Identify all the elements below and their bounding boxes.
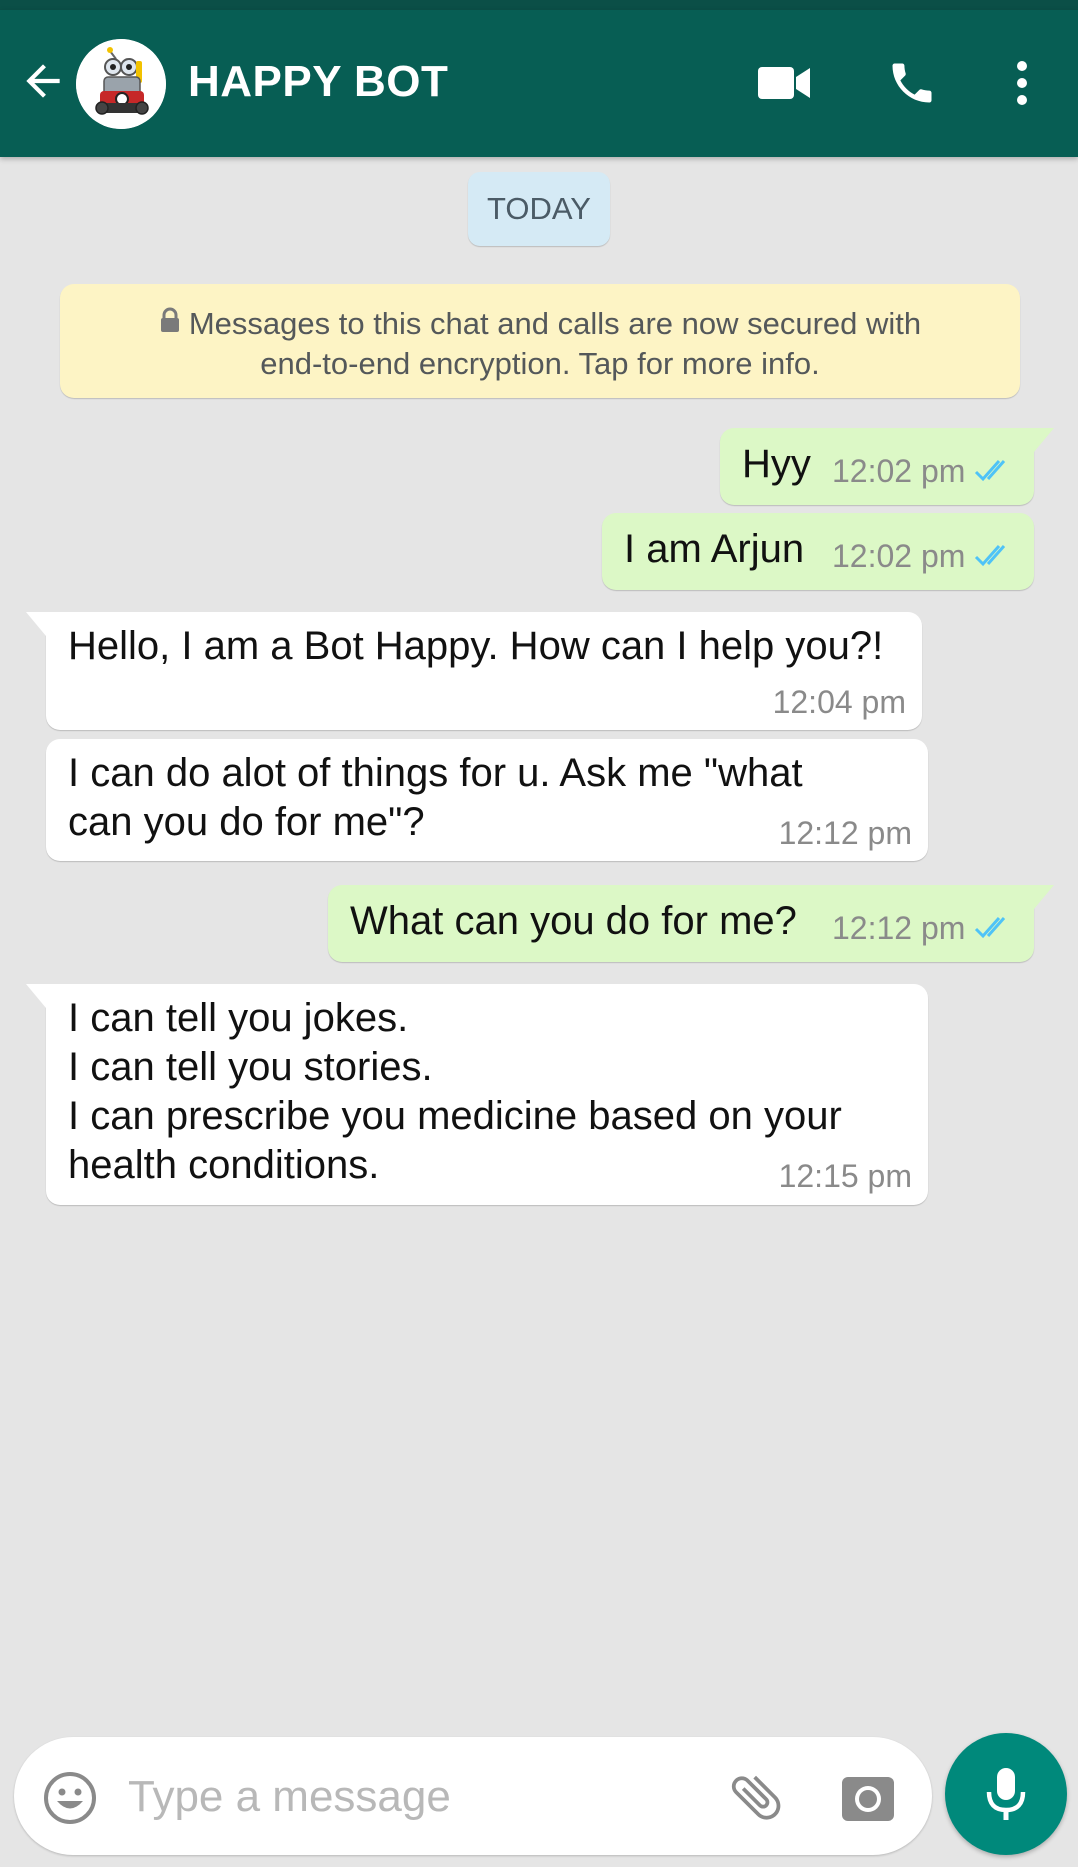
message-meta: 12:02 pm [832, 538, 1015, 575]
robot-avatar-icon [76, 39, 166, 129]
message-input[interactable] [126, 1763, 710, 1831]
double-check-read-icon [975, 916, 1006, 938]
message-time: 12:12 pm [778, 815, 912, 851]
arrow-left-icon [26, 64, 60, 98]
message-time: 12:15 pm [778, 1158, 912, 1194]
message-bubble-incoming[interactable]: I can do alot of things for u. Ask me "w… [46, 739, 928, 861]
status-bar [0, 0, 1078, 10]
voice-record-button[interactable] [945, 1733, 1067, 1855]
message-text: What can you do for me? [350, 899, 797, 943]
contact-name[interactable]: HAPPY BOT [188, 56, 448, 108]
message-meta: 12:12 pm [832, 910, 1015, 947]
encryption-notice[interactable]: Messages to this chat and calls are now … [60, 284, 1020, 398]
message-time: 12:02 pm [832, 453, 966, 489]
chat-header: HAPPY BOT [0, 10, 1078, 157]
message-composer [14, 1737, 932, 1855]
emoji-button[interactable] [42, 1770, 98, 1826]
message-time: 12:12 pm [832, 910, 966, 946]
message-text: I am Arjun [624, 527, 805, 571]
avatar[interactable] [76, 39, 166, 129]
message-bubble-outgoing[interactable]: What can you do for me? 12:12 pm [328, 885, 1054, 962]
voice-call-button[interactable] [882, 56, 942, 110]
message-time: 12:04 pm [772, 684, 906, 720]
attach-button[interactable] [726, 1767, 786, 1827]
message-text: I can tell you jokes. I can tell you sto… [68, 996, 842, 1187]
encryption-notice-line2: end-to-end encryption. Tap for more info… [260, 346, 820, 381]
paperclip-icon [731, 1775, 781, 1820]
phone-icon [892, 63, 932, 103]
double-check-read-icon [975, 544, 1006, 566]
more-vertical-icon [1017, 61, 1027, 105]
video-call-button[interactable] [754, 56, 814, 110]
microphone-icon [986, 1768, 1026, 1820]
camera-icon [842, 1777, 894, 1821]
message-time: 12:02 pm [832, 538, 966, 574]
emoji-icon [44, 1772, 96, 1824]
back-button[interactable] [18, 56, 68, 106]
message-bubble-outgoing[interactable]: I am Arjun 12:02 pm [602, 513, 1034, 590]
message-text: Hello, I am a Bot Happy. How can I help … [68, 624, 884, 668]
message-bubble-incoming[interactable]: Hello, I am a Bot Happy. How can I help … [26, 612, 922, 730]
double-check-read-icon [975, 459, 1006, 481]
date-chip: TODAY [468, 172, 610, 246]
message-bubble-outgoing[interactable]: Hyy 12:02 pm [720, 428, 1054, 505]
message-text: I can do alot of things for u. Ask me "w… [68, 751, 803, 844]
message-meta: 12:02 pm [832, 453, 1015, 490]
video-camera-icon [758, 67, 810, 99]
more-options-button[interactable] [1000, 56, 1044, 110]
lock-icon [159, 303, 181, 343]
encryption-notice-line1: Messages to this chat and calls are now … [188, 306, 922, 341]
message-bubble-incoming[interactable]: I can tell you jokes. I can tell you sto… [26, 984, 928, 1205]
message-text: Hyy [742, 442, 811, 486]
camera-button[interactable] [840, 1769, 896, 1825]
